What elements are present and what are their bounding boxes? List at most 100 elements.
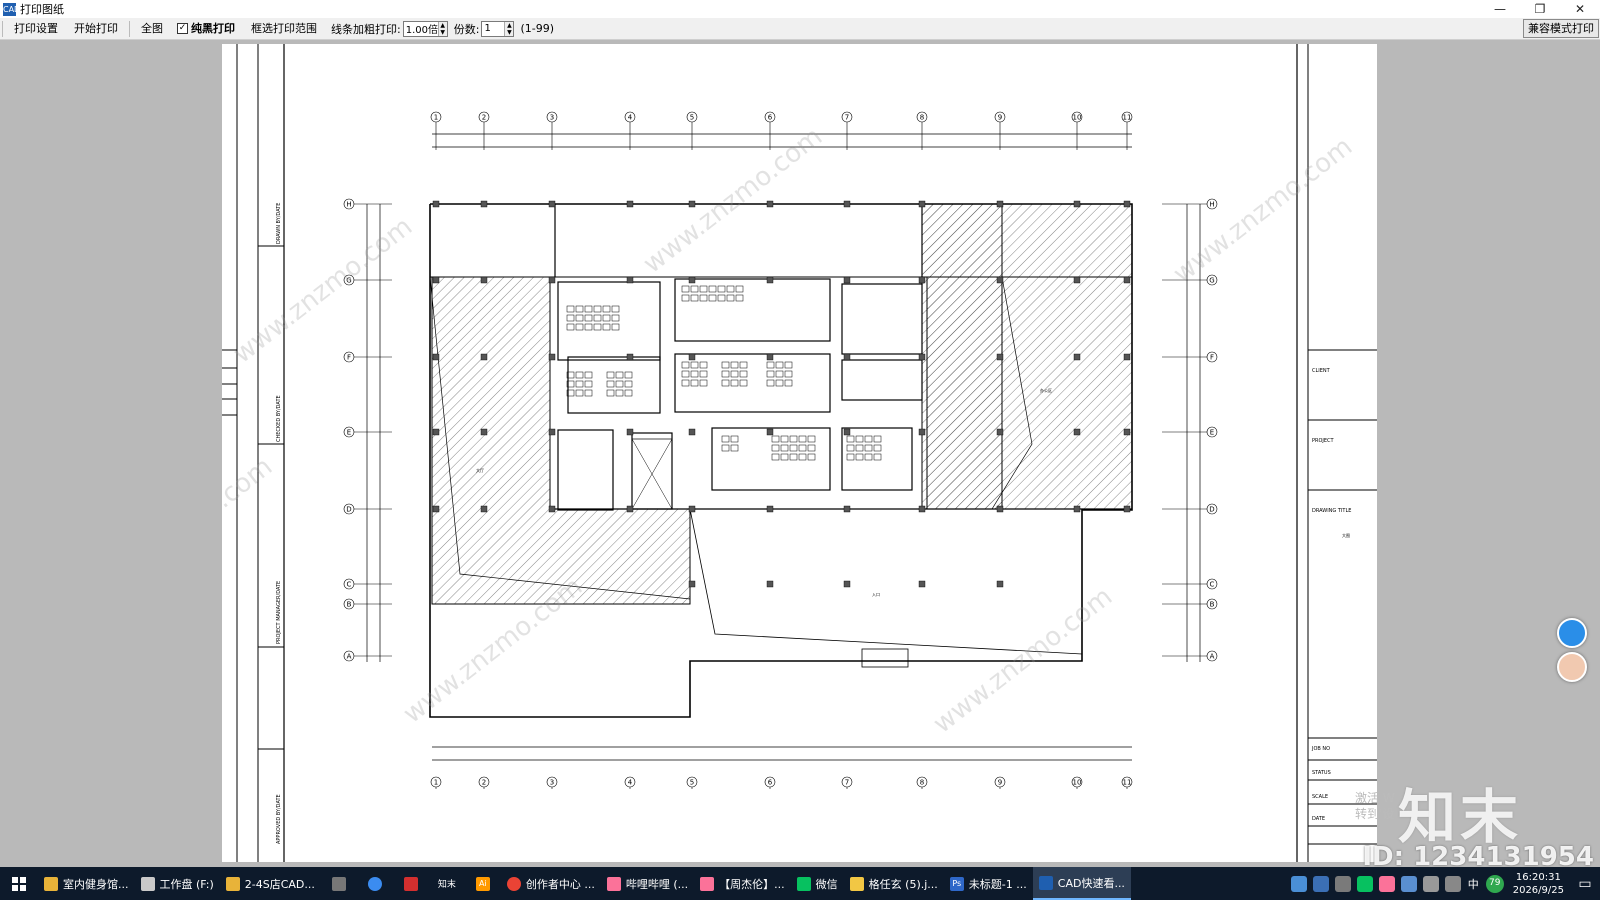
- axis-label: 6: [768, 114, 773, 122]
- structural-column: [918, 580, 926, 588]
- structural-column: [918, 505, 926, 513]
- taskbar-item-4s-cad[interactable]: 2-4S店CAD...: [220, 867, 321, 900]
- print-preview-paper[interactable]: DRAWN BY/DATE CHECKED BY/DATE PROJECT MA…: [222, 44, 1377, 862]
- start-print-button[interactable]: 开始打印: [66, 19, 126, 39]
- desk-furniture: [739, 361, 748, 369]
- desk-furniture: [846, 453, 855, 461]
- desk-furniture: [730, 370, 739, 378]
- start-button[interactable]: [0, 867, 38, 900]
- axis-label: 10: [1073, 779, 1082, 787]
- structural-column: [766, 276, 774, 284]
- axis-label: 2: [482, 779, 486, 787]
- desk-furniture: [699, 379, 708, 387]
- minimize-button[interactable]: —: [1480, 0, 1520, 18]
- window-title: 打印图纸: [20, 3, 64, 16]
- approved-by-label: APPROVED BY/DATE: [276, 794, 282, 844]
- axis-label: D: [1209, 506, 1214, 514]
- black-print-checkbox[interactable]: ✓: [177, 23, 188, 34]
- structural-column: [548, 428, 556, 436]
- assistant-float-icon[interactable]: [1557, 618, 1587, 648]
- taskbar-item-drive-f[interactable]: 工作盘 (F:): [135, 867, 220, 900]
- ime-indicator[interactable]: 中: [1468, 876, 1479, 892]
- desk-furniture: [846, 435, 855, 443]
- network-icon[interactable]: [1422, 875, 1439, 892]
- box-select-button[interactable]: 框选打印范围: [243, 19, 325, 39]
- taskbar-item-wechat[interactable]: 微信: [791, 867, 844, 900]
- desk-furniture: [798, 435, 807, 443]
- close-button[interactable]: ✕: [1560, 0, 1600, 18]
- structural-column: [1123, 505, 1131, 513]
- structural-column: [918, 428, 926, 436]
- desk-furniture: [615, 371, 624, 379]
- axis-label: 11: [1123, 114, 1132, 122]
- desk-furniture: [784, 370, 793, 378]
- wechat-tray-icon[interactable]: [1356, 875, 1373, 892]
- taskbar-item-jay-chou[interactable]: 【周杰伦】...: [694, 867, 791, 900]
- svg-text:大厅: 大厅: [476, 467, 484, 473]
- line-bold-spinner[interactable]: ▲▼: [402, 20, 448, 37]
- desk-furniture: [575, 305, 584, 313]
- calculator-app[interactable]: [321, 867, 357, 900]
- structural-column: [766, 505, 774, 513]
- copies-label: 份数:: [453, 22, 480, 36]
- restore-button[interactable]: ❐: [1520, 0, 1560, 18]
- autocad-app[interactable]: [393, 867, 429, 900]
- zhimo-app[interactable]: 知末: [429, 867, 465, 900]
- status-label: STATUS: [1312, 770, 1331, 776]
- battery-badge[interactable]: 79: [1485, 874, 1504, 893]
- volume-icon[interactable]: [1444, 875, 1461, 892]
- desk-furniture: [584, 323, 593, 331]
- bilibili-icon: [606, 876, 621, 891]
- structural-column: [432, 353, 440, 361]
- taskbar-item-creator-center[interactable]: 创作者中心 ...: [501, 867, 601, 900]
- taskbar-item-gym[interactable]: 室内健身馆...: [38, 867, 135, 900]
- black-print-label[interactable]: 纯黑打印: [191, 19, 243, 39]
- watermark-text-6: www.znzmo.com: [222, 452, 278, 610]
- desk-furniture: [873, 453, 882, 461]
- taskbar-item-bilibili[interactable]: 哔哩哔哩 (...: [601, 867, 694, 900]
- tray-app-icon[interactable]: [1312, 875, 1329, 892]
- axis-label: 5: [690, 779, 694, 787]
- desk-furniture: [775, 361, 784, 369]
- line-bold-label: 线条加粗打印:: [331, 22, 401, 36]
- calculator-icon: [331, 876, 346, 891]
- desk-furniture: [775, 379, 784, 387]
- taskbar-item-cad-viewer[interactable]: CAD快速看...: [1032, 867, 1131, 900]
- desk-furniture: [708, 294, 717, 302]
- full-view-button[interactable]: 全图: [133, 19, 171, 39]
- bilibili-tray-icon[interactable]: [1378, 875, 1395, 892]
- copies-spinner[interactable]: ▲▼: [481, 20, 515, 37]
- structural-column: [480, 276, 488, 284]
- compat-mode-print-button[interactable]: 兼容模式打印: [1523, 19, 1599, 38]
- structural-column: [996, 200, 1004, 208]
- axis-label: 1: [434, 779, 438, 787]
- notification-icon[interactable]: ▭: [1570, 876, 1600, 892]
- desk-furniture: [593, 314, 602, 322]
- tray-app-icon[interactable]: [1334, 875, 1351, 892]
- tray-app-icon[interactable]: [1290, 875, 1307, 892]
- axis-label: 3: [550, 779, 554, 787]
- activate-windows-notice: 激活 W 转到'设: [1355, 791, 1395, 821]
- checked-by-label: CHECKED BY/DATE: [276, 395, 282, 442]
- line-bold-input[interactable]: [403, 21, 438, 36]
- project-label: PROJECT: [1312, 438, 1335, 444]
- print-settings-button[interactable]: 打印设置: [6, 19, 66, 39]
- illustrator-app[interactable]: Ai: [465, 867, 501, 900]
- taskbar-clock[interactable]: 16:20:31 2026/9/25: [1507, 871, 1570, 897]
- structural-column: [548, 505, 556, 513]
- spinner-arrows-icon[interactable]: ▲ ▼: [437, 21, 447, 36]
- browser-q-app[interactable]: [357, 867, 393, 900]
- desk-furniture: [789, 453, 798, 461]
- spinner-arrows-icon[interactable]: ▲ ▼: [504, 21, 514, 36]
- desk-furniture: [780, 444, 789, 452]
- taskbar-item-photoshop[interactable]: Ps 未标题-1 ...: [944, 867, 1033, 900]
- copies-input[interactable]: [482, 21, 505, 36]
- avatar-float-icon[interactable]: [1557, 652, 1587, 682]
- taskbar-item-image[interactable]: 格任玄 (5).j...: [844, 867, 944, 900]
- tray-app-icon[interactable]: [1400, 875, 1417, 892]
- structural-column: [996, 428, 1004, 436]
- structural-column: [626, 353, 634, 361]
- app-icon: CAD: [3, 2, 21, 16]
- desk-furniture: [864, 453, 873, 461]
- copies-range: (1-99): [520, 22, 554, 35]
